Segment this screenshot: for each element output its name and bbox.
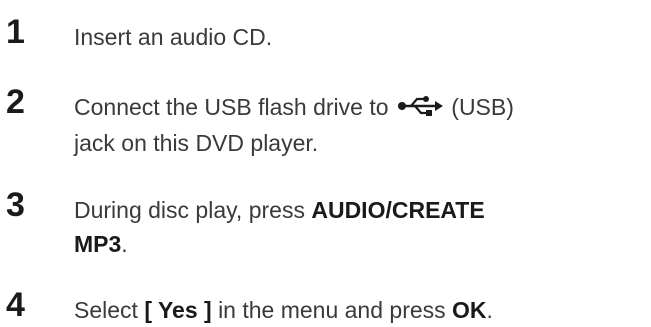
step-2-text-start: Connect the USB flash drive to	[74, 94, 389, 120]
instruction-steps: 1 Insert an audio CD. 2 Connect the USB …	[0, 0, 651, 326]
step-4-text-start: Select	[74, 297, 138, 323]
step-text: Select [ Yes ] in the menu and press OK.	[74, 293, 646, 327]
step-3-period: .	[121, 231, 128, 257]
step-4-period: .	[486, 297, 493, 323]
step-number: 4	[6, 286, 25, 324]
step-3-text-start: During disc play, press	[74, 197, 305, 223]
yes-option-label: [ Yes ]	[144, 297, 212, 323]
audio-create-key-label: AUDIO/CREATE	[311, 197, 485, 223]
ok-key-label: OK	[452, 297, 487, 323]
usb-icon	[397, 92, 443, 126]
step-number: 2	[6, 83, 25, 121]
step-text: During disc play, press AUDIO/CREATE MP3…	[74, 193, 646, 261]
mp3-key-label: MP3	[74, 231, 122, 257]
step-number: 3	[6, 186, 25, 224]
step-4-text-middle: in the menu and press	[218, 297, 446, 323]
step-text: Connect the USB flash drive to (USB) jac…	[74, 90, 646, 160]
step-text: Insert an audio CD.	[74, 20, 646, 54]
step-number: 1	[6, 13, 25, 51]
step-1-text: Insert an audio CD.	[74, 24, 273, 50]
step-2-text-usb: (USB)	[451, 94, 514, 120]
step-2-text-line2: jack on this DVD player.	[74, 129, 319, 156]
